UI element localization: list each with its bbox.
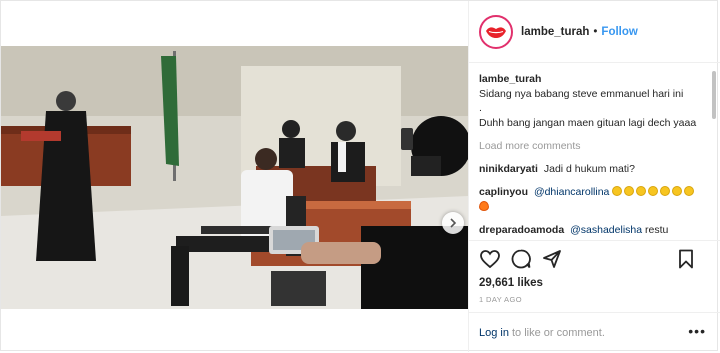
comment-mention[interactable]: @sashadelisha: [570, 224, 642, 236]
comment-text: restu: [645, 224, 669, 236]
likes-count[interactable]: 29,661 likes: [479, 277, 543, 289]
fire-emoji-icon: [479, 200, 489, 211]
comment-item: ninikdaryati Jadi d hukum mati?: [479, 162, 706, 177]
comment-button[interactable]: [510, 248, 532, 270]
comment-username[interactable]: caplinyou: [479, 186, 528, 198]
post-photo[interactable]: [1, 46, 468, 309]
post-username[interactable]: lambe_turah: [521, 26, 589, 38]
caption-line: .: [479, 102, 482, 114]
grin-emoji-icon: [684, 186, 695, 196]
avatar[interactable]: [479, 14, 513, 49]
post-timestamp[interactable]: 1 DAY AGO: [479, 295, 522, 304]
load-more-comments-link[interactable]: Load more comments: [479, 139, 706, 154]
login-suffix-text: to like or comment.: [511, 326, 605, 339]
grin-emoji-icon: [624, 186, 635, 196]
comment-username[interactable]: ninikdaryati: [479, 163, 538, 175]
post-header: lambe_turah • Follow: [469, 1, 720, 63]
comment-item: caplinyou @dhiancarollina: [479, 185, 706, 214]
like-button[interactable]: [479, 248, 501, 270]
share-button[interactable]: [541, 248, 563, 270]
save-button[interactable]: [675, 248, 697, 270]
comment-text: Jadi d hukum mati?: [543, 162, 635, 175]
caption-line: Duhh bang jangan maen gituan lagi dech y…: [479, 116, 697, 129]
comment-username[interactable]: dreparadoamoda: [479, 224, 564, 236]
login-link[interactable]: Log in: [479, 327, 509, 339]
share-arrow-icon: [543, 249, 561, 268]
comments-section[interactable]: lambe_turah Sidang nya babang steve emma…: [469, 64, 720, 240]
heart-icon: [480, 249, 500, 268]
instagram-post-card: lambe_turah • Follow lambe_turah Sidang …: [0, 0, 720, 352]
lips-logo-icon: [486, 26, 506, 38]
courtroom-photo: [1, 46, 468, 309]
grin-emoji-icon: [636, 186, 647, 196]
separator-dot: •: [593, 25, 598, 38]
next-image-button[interactable]: [442, 212, 464, 234]
post-actions: [469, 240, 720, 276]
grin-emoji-icon: [648, 186, 659, 196]
comment-mention[interactable]: @dhiancarollina: [534, 186, 609, 198]
chevron-right-icon: [450, 218, 457, 228]
comment-item: dreparadoamoda @sashadelisha restu: [479, 223, 706, 238]
post-footer: Log in to like or comment. •••: [469, 312, 720, 352]
follow-button[interactable]: Follow: [601, 26, 637, 38]
comments-scrollbar[interactable]: [712, 71, 716, 119]
grin-emoji-icon: [612, 186, 623, 196]
caption-username[interactable]: lambe_turah: [479, 72, 706, 87]
caption: lambe_turah Sidang nya babang steve emma…: [479, 72, 706, 130]
post-side-panel: lambe_turah • Follow lambe_turah Sidang …: [468, 1, 720, 352]
comment-bubble-icon: [511, 249, 531, 268]
grin-emoji-icon: [672, 186, 683, 196]
grin-emoji-icon: [660, 186, 671, 196]
caption-line: Sidang nya babang steve emmanuel hari in…: [479, 87, 684, 100]
more-options-button[interactable]: •••: [688, 324, 706, 338]
bookmark-icon: [679, 249, 693, 269]
